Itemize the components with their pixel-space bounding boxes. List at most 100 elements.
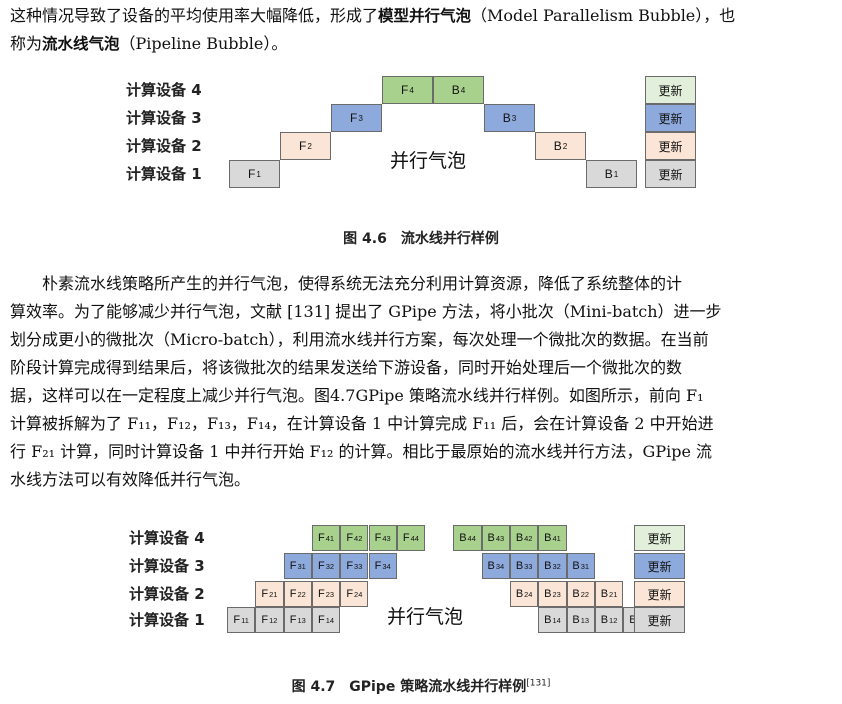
device-label: 计算设备 2 [129,585,205,603]
forward-microbatch: F 24 [340,581,369,607]
forward-microbatch-letter: F [289,560,297,572]
backward-microbatch-sub: 14 [552,615,561,625]
forward-microbatch-letter: F [346,532,354,544]
forward-microbatch-sub: 41 [325,533,335,543]
backward-microbatch-sub: 44 [467,533,476,543]
device-label: 计算设备 1 [129,611,205,629]
backward-microbatch: B 44 [453,525,482,551]
backward-microbatch-sub: 31 [580,561,590,571]
backward-microbatch-letter: B [515,560,524,572]
forward-microbatch-letter: F [261,614,269,626]
forward-microbatch: F 44 [396,525,426,551]
backward-microbatch-letter: B [572,588,580,600]
forward-microbatch-letter: F [318,588,325,600]
device-label: 计算设备 3 [129,557,205,575]
backward-microbatch: B 41 [538,525,567,551]
forward-microbatch-letter: F [289,614,297,626]
forward-microbatch-sub: 22 [297,589,306,599]
figure-4-7-caption-text: 图 4.7 GPipe 策略流水线并行样例 [291,679,527,695]
backward-microbatch-sub: 12 [609,615,618,625]
backward-microbatch-letter: B [515,588,524,600]
backward-microbatch-sub: 33 [524,561,533,571]
backward-microbatch-letter: B [487,532,495,544]
forward-microbatch: F 41 [311,525,341,551]
backward-microbatch-letter: B [544,532,552,544]
forward-microbatch: F 33 [340,553,369,579]
backward-microbatch-letter: B [544,614,552,626]
forward-microbatch: F 31 [283,553,312,579]
forward-microbatch-letter: F [289,588,297,600]
forward-microbatch-sub: 43 [382,533,391,543]
forward-microbatch-letter: F [261,588,269,600]
forward-microbatch-sub: 44 [410,533,419,543]
backward-microbatch: B 34 [481,553,510,579]
forward-microbatch-sub: 33 [354,561,363,571]
forward-microbatch-letter: F [318,614,325,626]
forward-microbatch-sub: 11 [241,615,249,625]
forward-microbatch-sub: 31 [297,561,306,571]
forward-microbatch: F 43 [368,525,397,551]
backward-microbatch: B 22 [566,581,595,607]
figure-4-7-caption-ref: [131] [526,678,551,689]
forward-microbatch-sub: 42 [354,533,363,543]
backward-microbatch: B 21 [594,581,624,607]
forward-microbatch: F 14 [311,607,341,633]
forward-microbatch: F 42 [340,525,369,551]
bubble-label: 并行气泡 [387,606,464,628]
backward-microbatch-sub: 43 [495,533,505,543]
backward-microbatch-sub: 34 [495,561,505,571]
backward-microbatch: B 24 [510,581,539,607]
forward-microbatch-sub: 23 [325,589,335,599]
forward-microbatch: F 13 [283,607,312,633]
backward-microbatch-letter: B [544,560,552,572]
backward-microbatch-sub: 24 [524,589,533,599]
forward-microbatch: F 22 [283,581,312,607]
forward-microbatch-letter: F [346,560,354,572]
forward-microbatch: F 12 [255,607,284,633]
forward-microbatch-sub: 12 [269,615,278,625]
backward-microbatch: B 43 [481,525,510,551]
forward-microbatch-letter: F [374,532,382,544]
forward-microbatch-sub: 13 [297,615,306,625]
backward-microbatch-letter: B [459,532,467,544]
backward-microbatch-letter: B [572,614,580,626]
backward-microbatch-letter: B [600,614,609,626]
forward-microbatch-sub: 32 [325,561,335,571]
forward-microbatch-letter: F [402,532,410,544]
update-block: 更新 [634,581,685,607]
backward-microbatch: B 13 [566,607,595,633]
forward-microbatch-sub: 24 [354,589,363,599]
backward-microbatch: B 23 [538,581,567,607]
forward-microbatch-letter: F [374,560,382,572]
forward-microbatch: F 21 [255,581,284,607]
backward-microbatch-sub: 32 [552,561,561,571]
forward-microbatch-letter: F [233,614,241,626]
figure-4-7-gpipe-diagram: 计算设备 4 计算设备 3 计算设备 2 计算设备 1 F 41 F 42 F 43 F 44 B 44 B… [0,0,842,704]
backward-microbatch-sub: 13 [580,615,590,625]
backward-microbatch-letter: B [572,560,580,572]
update-block: 更新 [634,525,685,551]
forward-microbatch-sub: 21 [269,589,278,599]
update-block: 更新 [634,607,685,633]
forward-microbatch-letter: F [318,532,325,544]
backward-microbatch-sub: 42 [524,533,533,543]
backward-microbatch: B 33 [510,553,539,579]
device-label: 计算设备 4 [129,529,205,547]
backward-microbatch: B 42 [510,525,539,551]
backward-microbatch-sub: 41 [552,533,561,543]
figure-4-7-caption: 图 4.7 GPipe 策略流水线并行样例[131] [0,676,842,696]
forward-microbatch: F 11 [227,607,256,633]
forward-microbatch-letter: F [346,588,354,600]
backward-microbatch: B 12 [594,607,624,633]
forward-microbatch-letter: F [318,560,325,572]
backward-microbatch: B 31 [566,553,595,579]
backward-microbatch-letter: B [600,588,609,600]
forward-microbatch: F 32 [311,553,341,579]
forward-microbatch-sub: 14 [325,615,335,625]
forward-microbatch-sub: 34 [382,561,391,571]
backward-microbatch-sub: 21 [609,589,618,599]
backward-microbatch-sub: 23 [552,589,561,599]
forward-microbatch: F 34 [368,553,397,579]
backward-microbatch-letter: B [544,588,552,600]
forward-microbatch: F 23 [311,581,341,607]
